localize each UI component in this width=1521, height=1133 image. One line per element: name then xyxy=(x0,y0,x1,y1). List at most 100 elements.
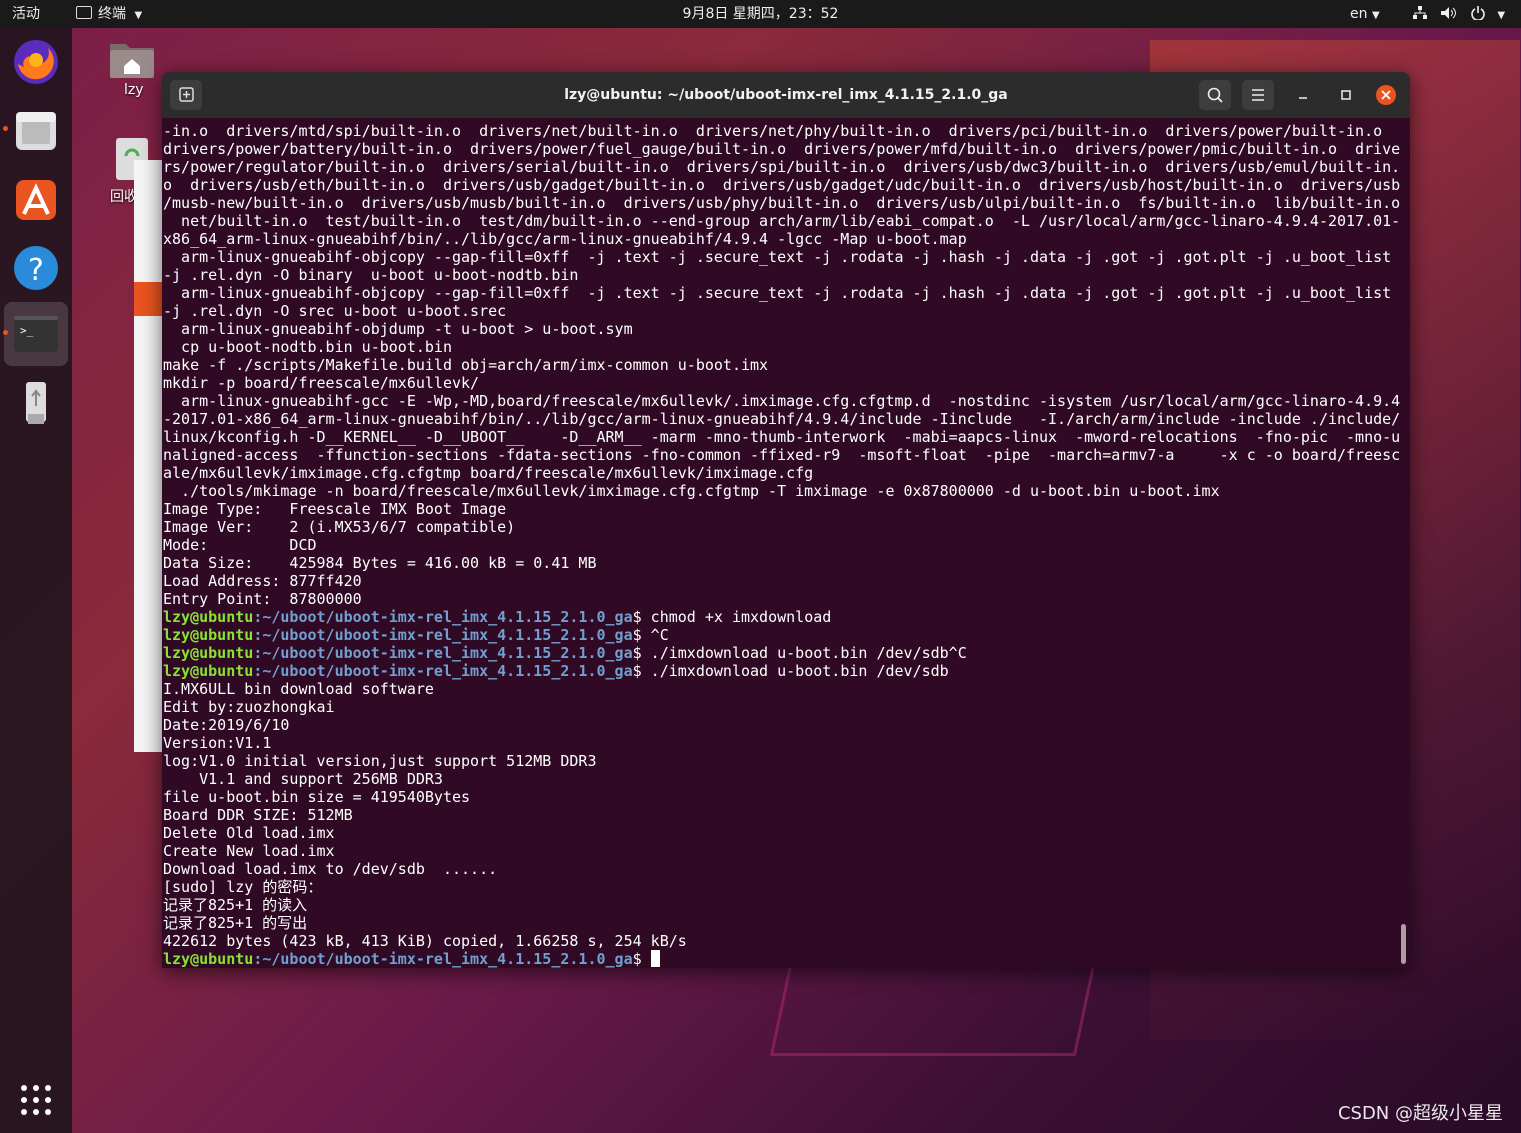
terminal-line: Edit by:zuozhongkai xyxy=(163,698,335,716)
terminal-line: linux/kconfig.h -D__KERNEL__ -D__UBOOT__… xyxy=(163,428,1401,446)
terminal-line: I.MX6ULL bin download software xyxy=(163,680,434,698)
terminal-line: o drivers/usb/eth/built-in.o drivers/usb… xyxy=(163,176,1401,194)
build-output: -in.o drivers/mtd/spi/built-in.o drivers… xyxy=(163,122,1403,608)
terminal-line: V1.1 and support 256MB DDR3 xyxy=(163,770,443,788)
language-indicator[interactable]: en ▼ xyxy=(1350,0,1380,28)
terminal-line: ale/mx6ullevk/imximage.cfg.cfgtmp board/… xyxy=(163,464,814,482)
terminal-line: drivers/power/battery/built-in.o drivers… xyxy=(163,140,1401,158)
svg-text:>_: >_ xyxy=(20,324,34,337)
terminal-small-icon xyxy=(76,6,92,19)
dock-firefox[interactable] xyxy=(8,34,64,90)
prompt-path: :~/uboot/uboot-imx-rel_imx_4.1.15_2.1.0_… xyxy=(253,608,633,626)
terminal-icon: >_ xyxy=(14,316,58,352)
firefox-icon xyxy=(14,40,58,84)
command-line: lzy@ubuntu:~/uboot/uboot-imx-rel_imx_4.1… xyxy=(163,662,1403,680)
active-prompt-line[interactable]: lzy@ubuntu:~/uboot/uboot-imx-rel_imx_4.1… xyxy=(163,950,1403,968)
chevron-down-icon: ▼ xyxy=(1371,10,1380,21)
terminal-line: Create New load.imx xyxy=(163,842,335,860)
terminal-line: arm-linux-gnueabihf-gcc -E -Wp,-MD,board… xyxy=(163,392,1401,410)
watermark: CSDN @超级小星星 xyxy=(1337,1103,1503,1124)
chevron-down-icon: ▼ xyxy=(134,10,143,21)
terminal-line: Data Size: 425984 Bytes = 416.00 kB = 0.… xyxy=(163,554,597,572)
prompt-path: :~/uboot/uboot-imx-rel_imx_4.1.15_2.1.0_… xyxy=(253,950,633,968)
terminal-line: Load Address: 877ff420 xyxy=(163,572,362,590)
dock-software[interactable] xyxy=(8,170,64,226)
terminal-line: 记录了825+1 的写出 xyxy=(163,914,308,932)
show-applications-button[interactable] xyxy=(8,1072,64,1128)
prompt-user: lzy@ubuntu xyxy=(163,626,254,644)
activities-button[interactable]: 活动 xyxy=(12,0,40,28)
menu-button[interactable] xyxy=(1242,80,1274,110)
terminal-line: net/built-in.o test/built-in.o test/dm/b… xyxy=(163,212,1401,230)
app-menu[interactable]: 终端 ▼ xyxy=(76,0,142,28)
terminal-line: Board DDR SIZE: 512MB xyxy=(163,806,353,824)
prompt-path: :~/uboot/uboot-imx-rel_imx_4.1.15_2.1.0_… xyxy=(253,662,633,680)
terminal-line: 422612 bytes (423 kB, 413 KiB) copied, 1… xyxy=(163,932,687,950)
software-store-icon xyxy=(16,180,56,220)
home-folder-icon xyxy=(110,44,154,78)
maximize-icon[interactable] xyxy=(1339,88,1353,102)
terminal-scrollbar[interactable] xyxy=(1401,924,1406,964)
download-output: I.MX6ULL bin download software Edit by:zu… xyxy=(163,680,1403,950)
minimize-icon[interactable] xyxy=(1296,88,1310,102)
running-indicator xyxy=(3,330,8,335)
prompt-user: lzy@ubuntu xyxy=(163,950,254,968)
volume-icon xyxy=(1441,7,1457,19)
terminal-line: Version:V1.1 xyxy=(163,734,272,752)
prompt-symbol: $ xyxy=(632,950,651,968)
search-button[interactable] xyxy=(1199,80,1231,110)
dock-terminal[interactable]: >_ xyxy=(4,302,68,366)
prompt-user: lzy@ubuntu xyxy=(163,608,254,626)
hamburger-menu-icon xyxy=(1252,89,1264,101)
terminal-line: Delete Old load.imx xyxy=(163,824,335,842)
terminal-line: file u-boot.bin size = 419540Bytes xyxy=(163,788,471,806)
background-window[interactable] xyxy=(134,160,164,752)
terminal-line: arm-linux-gnueabihf-objdump -t u-boot > … xyxy=(163,320,633,338)
terminal-header-bar: lzy@ubuntu: ~/uboot/uboot-imx-rel_imx_4.… xyxy=(162,72,1410,118)
terminal-line: Download load.imx to /dev/sdb ...... xyxy=(163,860,498,878)
dock: ? >_ xyxy=(0,28,72,1133)
terminal-line: log:V1.0 initial version,just support 51… xyxy=(163,752,597,770)
close-icon[interactable] xyxy=(1375,84,1397,106)
desktop-home-folder[interactable] xyxy=(108,36,156,84)
terminal-line: Mode: DCD xyxy=(163,536,317,554)
power-icon xyxy=(1471,6,1485,21)
command-line: lzy@ubuntu:~/uboot/uboot-imx-rel_imx_4.1… xyxy=(163,608,1403,626)
help-icon: ? xyxy=(14,246,58,290)
terminal-line: arm-linux-gnueabihf-objcopy --gap-fill=0… xyxy=(163,248,1392,266)
terminal-output[interactable]: -in.o drivers/mtd/spi/built-in.o drivers… xyxy=(162,122,1403,968)
chevron-down-icon: ▼ xyxy=(1497,10,1506,21)
desktop-home-label: lzy xyxy=(124,82,144,98)
terminal-line: Image Type: Freescale IMX Boot Image xyxy=(163,500,507,518)
dock-files[interactable] xyxy=(8,102,64,158)
terminal-line: 记录了825+1 的读入 xyxy=(163,896,308,914)
search-icon xyxy=(1207,87,1223,103)
terminal-line: cp u-boot-nodtb.bin u-boot.bin xyxy=(163,338,452,356)
network-icon xyxy=(1413,6,1427,19)
terminal-line: -j .rel.dyn -O srec u-boot u-boot.srec xyxy=(163,302,507,320)
terminal-line: Image Ver: 2 (i.MX53/6/7 compatible) xyxy=(163,518,516,536)
terminal-line: /musb-new/built-in.o drivers/usb/musb/bu… xyxy=(163,194,1401,212)
terminal-line: naligned-access -ffunction-sections -fda… xyxy=(163,446,1401,464)
terminal-line: rs/power/regulator/built-in.o drivers/se… xyxy=(163,158,1401,176)
terminal-line: -j .rel.dyn -O binary u-boot u-boot-nodt… xyxy=(163,266,579,284)
app-grid-icon xyxy=(21,1085,51,1115)
clock[interactable]: 9月8日 星期四，23：52 xyxy=(0,0,1521,28)
prompt-user: lzy@ubuntu xyxy=(163,662,254,680)
command-text: $ ^C xyxy=(632,626,669,644)
usb-drive-icon xyxy=(26,382,46,424)
terminal-line: mkdir -p board/freescale/mx6ullevk/ xyxy=(163,374,480,392)
dock-help[interactable]: ? xyxy=(8,238,64,294)
background-window-active-item xyxy=(134,282,164,316)
command-line: lzy@ubuntu:~/uboot/uboot-imx-rel_imx_4.1… xyxy=(163,644,1403,662)
prompt-path: :~/uboot/uboot-imx-rel_imx_4.1.15_2.1.0_… xyxy=(253,644,633,662)
language-label: en xyxy=(1350,6,1368,22)
command-text: $ ./imxdownload u-boot.bin /dev/sdb xyxy=(632,662,949,680)
terminal-line: arm-linux-gnueabihf-objcopy --gap-fill=0… xyxy=(163,284,1392,302)
command-text: $ ./imxdownload u-boot.bin /dev/sdb^C xyxy=(632,644,967,662)
terminal-line: Date:2019/6/10 xyxy=(163,716,290,734)
terminal-window[interactable]: lzy@ubuntu: ~/uboot/uboot-imx-rel_imx_4.… xyxy=(162,72,1410,968)
dock-usb-drive[interactable] xyxy=(8,374,64,430)
system-tray[interactable]: ▼ xyxy=(1412,0,1505,28)
terminal-line: [sudo] lzy 的密码： xyxy=(163,878,323,896)
